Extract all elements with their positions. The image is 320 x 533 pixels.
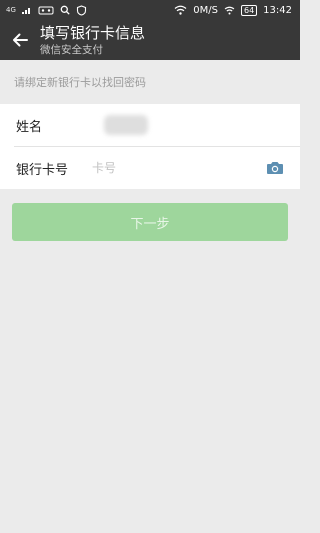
clock: 13:42	[263, 4, 292, 16]
name-row: 姓名	[0, 104, 300, 146]
wifi-icon	[174, 5, 187, 15]
camera-icon	[267, 162, 283, 174]
app-bar: 填写银行卡信息 微信安全支付	[0, 20, 300, 60]
card-number-row: 银行卡号	[14, 146, 300, 189]
notification-icon	[38, 6, 54, 15]
status-bar: 4G 0M/S 64 13:42	[0, 0, 300, 20]
network-type: 4G	[6, 6, 16, 14]
vpn-icon	[76, 4, 86, 16]
back-button[interactable]	[0, 20, 40, 60]
search-icon	[60, 5, 70, 15]
network-speed: 0M/S	[193, 4, 218, 16]
battery-indicator: 64	[240, 4, 258, 16]
hint-text: 请绑定新银行卡以找回密码	[14, 76, 146, 89]
page-subtitle: 微信安全支付	[40, 43, 103, 56]
header-titles: 填写银行卡信息 微信安全支付	[40, 24, 145, 57]
signal-icon	[21, 8, 30, 14]
name-value-redacted	[104, 115, 148, 135]
page-title: 填写银行卡信息	[40, 23, 146, 42]
next-button[interactable]: 下一步	[12, 203, 288, 241]
back-arrow-icon	[13, 33, 28, 47]
card-number-input[interactable]	[92, 161, 264, 175]
scan-card-button[interactable]	[264, 157, 286, 179]
wifi-icon-secondary	[224, 6, 235, 14]
card-form: 姓名 银行卡号	[0, 104, 300, 189]
name-label: 姓名	[16, 119, 43, 135]
card-number-label: 银行卡号	[16, 162, 69, 178]
